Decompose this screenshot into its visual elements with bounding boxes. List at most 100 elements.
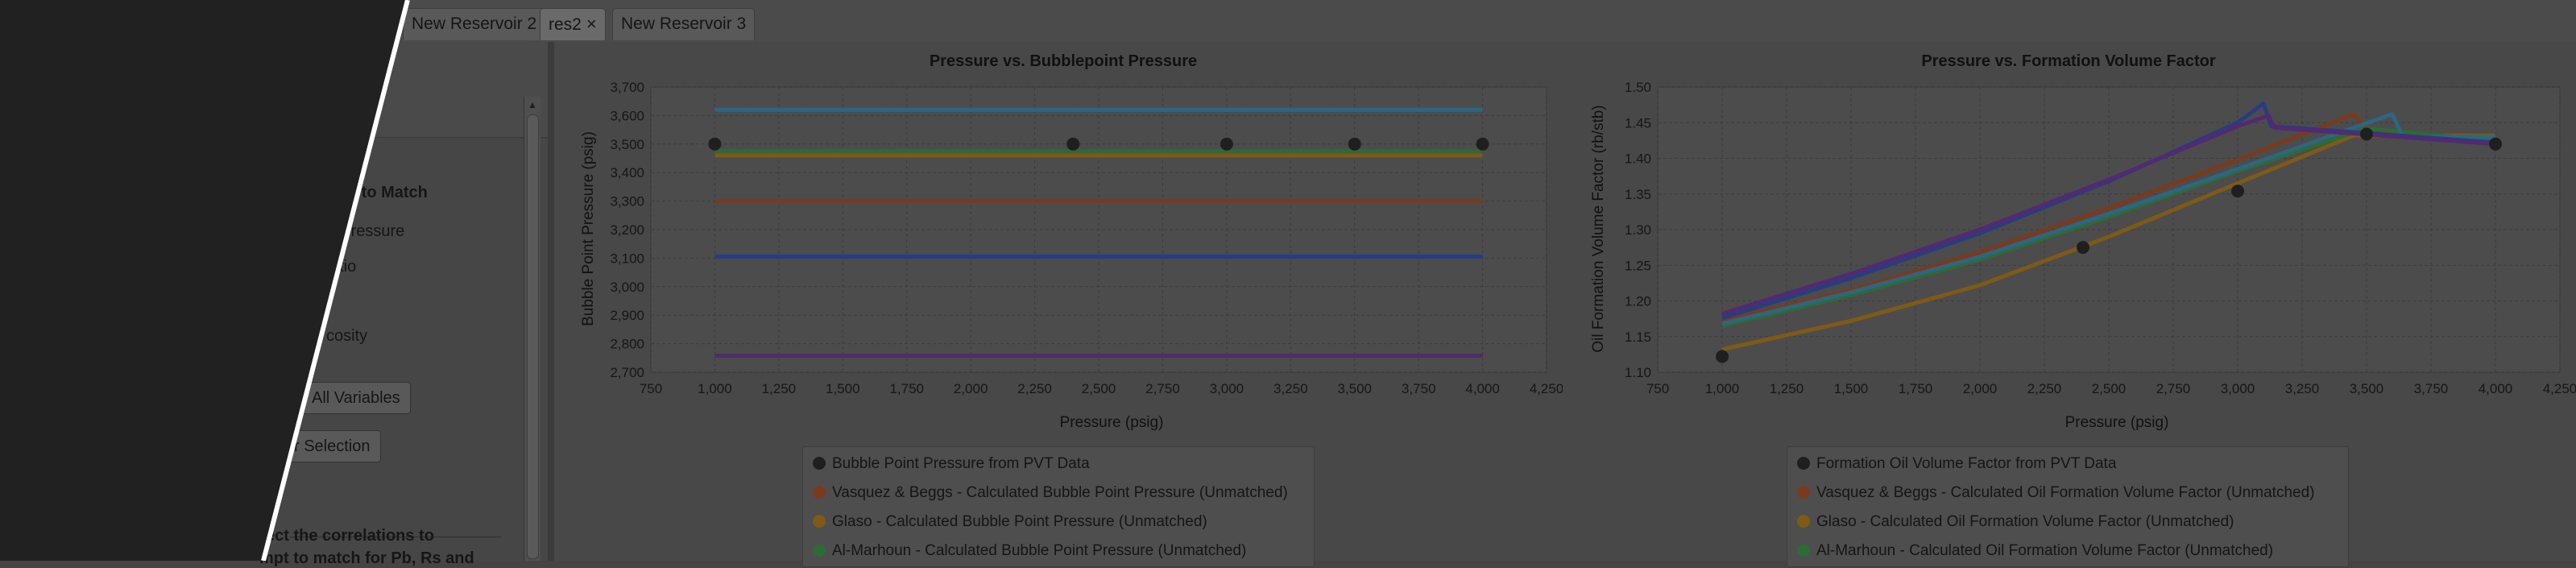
tab-new-reservoir-3[interactable]: New Reservoir 3: [612, 8, 756, 40]
legend-item[interactable]: Bubble Point Pressure from PVT Data: [813, 455, 1090, 473]
x-tick-label: 3,250: [1274, 381, 1308, 396]
legend-item[interactable]: Glaso - Calculated Bubble Point Pressure…: [813, 513, 1207, 531]
checkbox-label-bubble-point-pressure[interactable]: nt Pressure: [322, 222, 404, 241]
settings-scroll-area: [0, 139, 548, 561]
data-point: [2489, 137, 2502, 151]
y-tick-label: 1.50: [1625, 80, 1651, 95]
close-icon[interactable]: ×: [586, 14, 597, 34]
x-tick-label: 1,000: [1705, 381, 1740, 396]
select-all-variables-button[interactable]: All Variables: [301, 382, 411, 414]
y-tick-label: 3,000: [610, 280, 644, 295]
x-tick-label: 2,750: [2156, 381, 2191, 396]
x-axis-label: Pressure (psig): [2065, 414, 2169, 431]
legend-item[interactable]: Vasquez & Beggs - Calculated Oil Formati…: [1797, 484, 2314, 502]
legend-label: Glaso - Calculated Bubble Point Pressure…: [832, 513, 1207, 530]
panel-header-strip: [0, 42, 548, 138]
instruction-text-line1: ect the correlations to: [266, 527, 434, 545]
y-tick-label: 3,500: [610, 137, 644, 152]
legend-marker: [813, 544, 826, 557]
legend-marker: [813, 457, 826, 470]
y-tick-label: 1.10: [1625, 365, 1651, 380]
y-tick-label: 1.35: [1625, 187, 1651, 202]
legend-item[interactable]: Al-Marhoun - Calculated Bubble Point Pre…: [813, 542, 1246, 560]
y-tick-label: 2,700: [610, 365, 644, 380]
legend-item[interactable]: Glaso - Calculated Oil Formation Volume …: [1797, 513, 2234, 531]
tab-label: res2: [549, 15, 582, 34]
legend-marker: [1797, 544, 1810, 557]
tab-label: New Reservoir 2: [412, 15, 537, 33]
y-tick-label: 2,900: [610, 308, 644, 323]
legend-item[interactable]: Formation Oil Volume Factor from PVT Dat…: [1797, 455, 2116, 473]
legend-marker: [813, 515, 826, 528]
panel-splitter[interactable]: [548, 42, 554, 561]
legend-marker: [813, 486, 826, 499]
y-tick-label: 3,200: [610, 222, 644, 238]
y-tick-label: 1.30: [1625, 222, 1651, 238]
x-tick-label: 1,250: [762, 381, 797, 396]
legend-item[interactable]: Al-Marhoun - Calculated Oil Formation Vo…: [1797, 542, 2273, 560]
legend-marker: [1797, 515, 1810, 528]
tab-res2[interactable]: res2 ×: [540, 8, 606, 40]
checkbox-label-gas-oil-ratio[interactable]: atio: [330, 258, 356, 276]
x-tick-label: 3,000: [2221, 381, 2255, 396]
legend-label: Glaso - Calculated Oil Formation Volume …: [1816, 513, 2234, 530]
data-point: [2360, 127, 2373, 141]
bubblepoint-pressure-chart: Pressure vs. Bubblepoint Pressure 750 1,0…: [580, 52, 1563, 431]
y-tick-label: 3,400: [610, 165, 644, 180]
up-arrow-icon[interactable]: ▲: [524, 98, 540, 111]
data-point: [1348, 137, 1361, 151]
data-point: [1220, 137, 1233, 151]
data-point: [1716, 350, 1729, 363]
x-tick-label: 4,250: [2543, 381, 2576, 396]
match-settings-panel: e to Match nt Pressure atio cosity All V…: [0, 42, 548, 567]
y-tick-label: 1.45: [1625, 115, 1651, 131]
data-point: [2077, 241, 2089, 255]
y-axis-label: Oil Formation Volume Factor (rb/stb): [1590, 105, 1607, 352]
x-tick-label: 2,000: [1963, 381, 1998, 396]
legend-item[interactable]: Vasquez & Beggs - Calculated Bubble Poin…: [813, 484, 1288, 502]
tab-bar: New Reservoir 2 res2 × New Reservoir 3: [0, 0, 2576, 42]
legend-label: Vasquez & Beggs - Calculated Bubble Poin…: [832, 484, 1288, 501]
chart1-legend: Bubble Point Pressure from PVT Data Vasq…: [802, 446, 1315, 567]
y-tick-label: 1.40: [1625, 151, 1651, 167]
scrollbar-thumb[interactable]: [527, 114, 539, 559]
x-tick-label: 3,250: [2285, 381, 2320, 396]
y-tick-label: 3,700: [610, 80, 644, 95]
data-point: [1476, 137, 1489, 151]
x-tick-label: 2,000: [954, 381, 988, 396]
x-tick-label: 1,250: [1770, 381, 1804, 396]
y-tick-label: 1.20: [1625, 294, 1651, 309]
checkbox-label-viscosity[interactable]: cosity: [326, 327, 367, 346]
data-point: [708, 137, 722, 151]
x-axis-label: Pressure (psig): [1060, 414, 1164, 431]
variables-to-match-heading: e to Match: [348, 184, 428, 201]
x-tick-label: 3,500: [1337, 381, 1372, 396]
vertical-scrollbar[interactable]: ▲: [524, 97, 540, 561]
legend-label: Al-Marhoun - Calculated Bubble Point Pre…: [832, 542, 1247, 559]
data-point: [1066, 137, 1080, 151]
clear-selection-button[interactable]: r Selection: [284, 430, 381, 462]
data-point: [2231, 184, 2244, 198]
x-tick-label: 3,750: [2414, 381, 2449, 396]
x-tick-label: 4,000: [2479, 381, 2513, 396]
x-tick-label: 1,500: [1834, 381, 1869, 396]
y-axis-label: Bubble Point Pressure (psig): [580, 131, 597, 326]
y-tick-label: 3,300: [610, 194, 644, 209]
tab-new-reservoir-2[interactable]: New Reservoir 2: [403, 8, 546, 40]
legend-marker: [1797, 457, 1810, 470]
chart2-legend: Formation Oil Volume Factor from PVT Dat…: [1787, 446, 2349, 567]
y-tick-label: 3,100: [610, 251, 644, 266]
legend-label: Formation Oil Volume Factor from PVT Dat…: [1816, 455, 2117, 472]
x-tick-label: 4,250: [1530, 381, 1563, 396]
y-tick-label: 3,600: [610, 108, 644, 123]
x-tick-label: 2,500: [2092, 381, 2127, 396]
x-tick-label: 2,750: [1145, 381, 1180, 396]
legend-label: Bubble Point Pressure from PVT Data: [832, 455, 1090, 472]
legend-label: Al-Marhoun - Calculated Oil Formation Vo…: [1816, 542, 2274, 559]
x-tick-label: 1,750: [1899, 381, 1933, 396]
y-tick-label: 1.15: [1625, 330, 1651, 345]
x-tick-label: 750: [640, 381, 662, 396]
formation-volume-factor-chart: Pressure vs. Formation Volume Factor 750…: [1590, 52, 2576, 431]
x-tick-label: 2,250: [2027, 381, 2062, 396]
x-tick-label: 2,500: [1082, 381, 1116, 396]
